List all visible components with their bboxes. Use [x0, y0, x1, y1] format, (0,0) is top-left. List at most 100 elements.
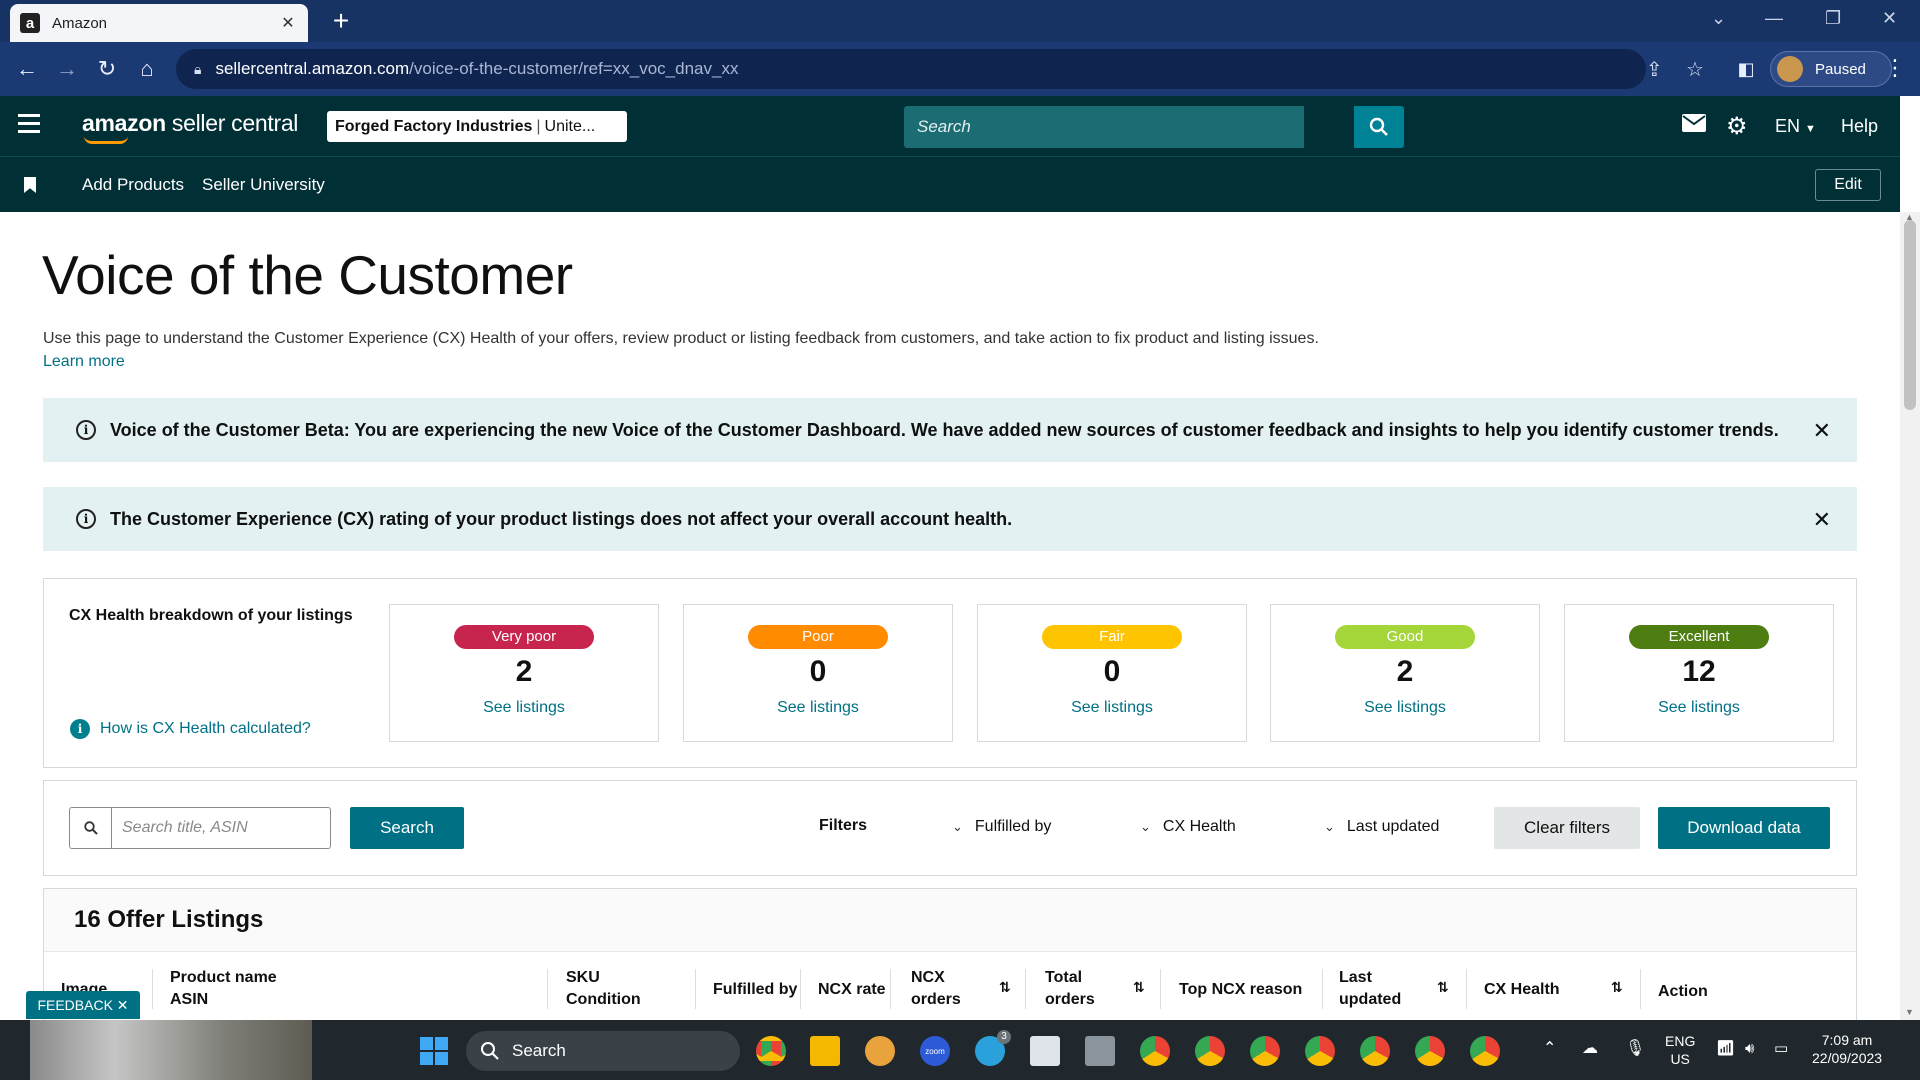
- close-icon[interactable]: ✕: [1813, 507, 1831, 533]
- chrome-profile-icon[interactable]: [1360, 1036, 1390, 1066]
- bookmark-star-icon[interactable]: ☆: [1686, 57, 1704, 82]
- status-badge: Good: [1335, 625, 1475, 649]
- edit-nav-button[interactable]: Edit: [1815, 169, 1881, 201]
- nav-add-products[interactable]: Add Products: [82, 175, 184, 195]
- sort-icon[interactable]: ⇅: [1437, 979, 1449, 996]
- bookmark-icon[interactable]: [24, 177, 36, 193]
- restore-icon[interactable]: ❐: [1825, 8, 1841, 29]
- cx-health-help-link[interactable]: How is CX Health calculated?: [100, 720, 311, 738]
- chrome-icon[interactable]: [756, 1036, 786, 1066]
- language-indicator[interactable]: ENG US: [1665, 1032, 1695, 1068]
- scroll-down-icon[interactable]: ▼: [1905, 1007, 1914, 1017]
- back-icon[interactable]: ←: [12, 54, 42, 84]
- cx-rating-alert: i The Customer Experience (CX) rating of…: [43, 487, 1857, 551]
- forward-icon[interactable]: →: [52, 54, 82, 84]
- url-path: /voice-of-the-customer/ref=xx_voc_dnav_x…: [409, 59, 739, 78]
- global-search-button[interactable]: [1354, 106, 1404, 148]
- cx-health-dropdown[interactable]: ⌄ CX Health: [1140, 818, 1236, 836]
- search-button[interactable]: Search: [350, 807, 464, 849]
- cloud-icon[interactable]: ☁: [1582, 1040, 1598, 1058]
- clock[interactable]: 7:09 am 22/09/2023: [1812, 1031, 1882, 1067]
- see-listings-link[interactable]: See listings: [390, 699, 658, 717]
- last-updated-dropdown[interactable]: ⌄ Last updated: [1324, 818, 1439, 836]
- windows-start-icon[interactable]: [420, 1037, 448, 1065]
- help-link[interactable]: Help: [1841, 116, 1878, 137]
- minimize-icon[interactable]: —: [1765, 8, 1783, 29]
- col-ncx-rate[interactable]: NCX rate: [818, 979, 886, 1001]
- zoom-icon[interactable]: zoom: [920, 1036, 950, 1066]
- reload-icon[interactable]: ↻: [92, 54, 122, 84]
- chrome-profile-icon[interactable]: [1305, 1036, 1335, 1066]
- col-ncx-orders[interactable]: NCX orders: [911, 967, 961, 1011]
- lang-line-2: US: [1670, 1051, 1690, 1067]
- mail-icon[interactable]: [1682, 114, 1706, 137]
- store-selector[interactable]: Forged Factory Industries | Unite...: [327, 111, 627, 142]
- chrome-profile-icon[interactable]: [1415, 1036, 1445, 1066]
- language-selector[interactable]: EN ▼: [1775, 116, 1816, 137]
- profile-button[interactable]: Paused: [1770, 51, 1892, 87]
- browser-tab[interactable]: a Amazon ✕: [10, 4, 308, 42]
- see-listings-link[interactable]: See listings: [978, 699, 1246, 717]
- tab-search-chevron-icon[interactable]: ⌄: [1711, 8, 1726, 29]
- browser-menu-icon[interactable]: ⋮: [1884, 55, 1906, 81]
- new-tab-icon[interactable]: +: [326, 6, 356, 36]
- tray-chevron-up-icon[interactable]: ⌃: [1543, 1040, 1556, 1058]
- col-sku-label: SKU: [566, 969, 600, 986]
- wifi-icon[interactable]: 📶︎: [1716, 1040, 1735, 1058]
- col-fulfilled-by[interactable]: Fulfilled by: [713, 979, 797, 1001]
- chrome-profile-icon[interactable]: [1250, 1036, 1280, 1066]
- col-last-updated[interactable]: Last updated: [1339, 967, 1401, 1011]
- cx-health-breakdown: CX Health breakdown of your listings i H…: [43, 578, 1857, 768]
- col-total-orders[interactable]: Total orders: [1045, 967, 1095, 1011]
- chrome-profile-icon[interactable]: [1470, 1036, 1500, 1066]
- widgets-thumbnail[interactable]: [30, 1020, 312, 1080]
- col-top-ncx-reason[interactable]: Top NCX reason: [1179, 979, 1302, 1001]
- see-listings-link[interactable]: See listings: [1565, 699, 1833, 717]
- col-sku[interactable]: SKU Condition: [566, 967, 641, 1011]
- see-listings-link[interactable]: See listings: [1271, 699, 1539, 717]
- chrome-profile-icon[interactable]: [1140, 1036, 1170, 1066]
- chrome-profile-icon[interactable]: [1195, 1036, 1225, 1066]
- seller-central-logo[interactable]: amazon seller central: [82, 110, 298, 137]
- logo-amazon: amazon: [82, 110, 166, 136]
- col-product-name[interactable]: Product name ASIN: [170, 967, 277, 1011]
- snipping-tool-icon[interactable]: [1030, 1036, 1060, 1066]
- feedback-tab[interactable]: FEEDBACK ✕: [26, 991, 140, 1019]
- home-icon[interactable]: ⌂: [132, 54, 162, 84]
- cx-tile-fair: Fair 0 See listings: [977, 604, 1247, 742]
- address-bar[interactable]: 🔒︎ sellercentral.amazon.com/voice-of-the…: [176, 49, 1704, 89]
- volume-icon[interactable]: 🔊︎: [1745, 1040, 1754, 1058]
- learn-more-link[interactable]: Learn more: [43, 353, 125, 371]
- sort-icon[interactable]: ⇅: [1133, 979, 1145, 996]
- battery-icon[interactable]: ▭: [1774, 1040, 1788, 1058]
- window-close-icon[interactable]: ✕: [1882, 8, 1897, 29]
- settings-gear-icon[interactable]: ⚙: [1726, 112, 1748, 141]
- col-action: Action: [1658, 983, 1708, 1000]
- search-icon: [481, 1042, 499, 1060]
- microphone-icon[interactable]: 🎙︎: [1625, 1040, 1645, 1058]
- col-cx-health[interactable]: CX Health: [1484, 979, 1560, 1001]
- calculator-icon[interactable]: [1085, 1036, 1115, 1066]
- close-icon[interactable]: ✕: [1813, 418, 1831, 444]
- sort-icon[interactable]: ⇅: [1611, 979, 1623, 996]
- tab-close-icon[interactable]: ✕: [278, 13, 298, 33]
- nav-seller-university[interactable]: Seller University: [202, 175, 325, 195]
- scroll-thumb[interactable]: [1904, 220, 1916, 410]
- side-panel-icon[interactable]: ◧: [1731, 54, 1761, 84]
- cx-health-help[interactable]: i How is CX Health calculated?: [70, 719, 311, 739]
- fulfilled-by-dropdown[interactable]: ⌄ Fulfilled by: [952, 818, 1051, 836]
- share-icon[interactable]: ⇪: [1646, 57, 1663, 82]
- hamburger-menu-icon[interactable]: [18, 114, 40, 136]
- file-explorer-icon[interactable]: [810, 1036, 840, 1066]
- col-product-name-label: Product name: [170, 969, 277, 986]
- global-search-input[interactable]: [917, 117, 1277, 137]
- app-icon[interactable]: [865, 1036, 895, 1066]
- clear-filters-button[interactable]: Clear filters: [1494, 807, 1640, 849]
- see-listings-link[interactable]: See listings: [684, 699, 952, 717]
- chevron-down-icon: ⌄: [1324, 819, 1335, 834]
- listing-search-input[interactable]: [112, 808, 322, 848]
- download-data-button[interactable]: Download data: [1658, 807, 1830, 849]
- sort-icon[interactable]: ⇅: [999, 979, 1011, 996]
- page-scrollbar[interactable]: ▲ ▼: [1900, 212, 1920, 1020]
- taskbar-search[interactable]: Search: [466, 1031, 740, 1071]
